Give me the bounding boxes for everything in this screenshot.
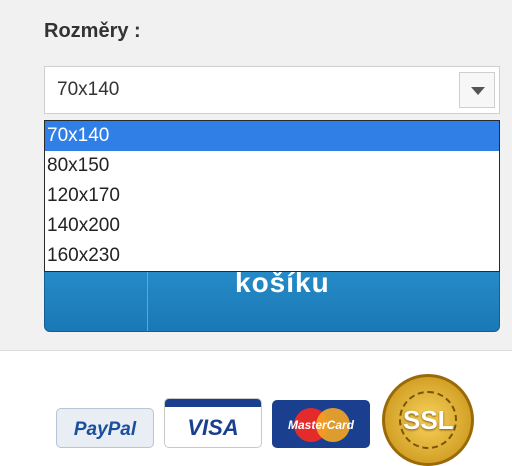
ssl-badge-icon: SSL: [382, 374, 474, 466]
size-label: Rozměry :: [44, 20, 141, 42]
paypal-logo: PayPal: [56, 408, 154, 448]
size-option[interactable]: 120x170: [45, 181, 499, 211]
visa-bar: [165, 399, 261, 407]
size-option[interactable]: 160x230: [45, 241, 499, 271]
ssl-text: SSL: [403, 405, 454, 435]
visa-logo: VISA: [164, 398, 262, 448]
size-select-value: 70x140: [57, 79, 120, 100]
mastercard-text: MasterCard: [287, 418, 355, 432]
product-options-panel: Rozměry : 70x140 košíku 70x140 80x150 12…: [0, 0, 512, 351]
payment-methods: PayPal VISA MasterCard SSL: [0, 360, 512, 466]
mastercard-logo: MasterCard: [272, 400, 370, 448]
paypal-text: PayPal: [73, 419, 137, 440]
chevron-down-icon[interactable]: [459, 72, 495, 108]
size-option[interactable]: 80x150: [45, 151, 499, 181]
size-option[interactable]: 140x200: [45, 211, 499, 241]
size-option[interactable]: 70x140: [45, 121, 499, 151]
size-select[interactable]: 70x140: [44, 66, 500, 114]
size-dropdown-list[interactable]: 70x140 80x150 120x170 140x200 160x230: [44, 120, 500, 272]
visa-text: VISA: [187, 415, 239, 440]
